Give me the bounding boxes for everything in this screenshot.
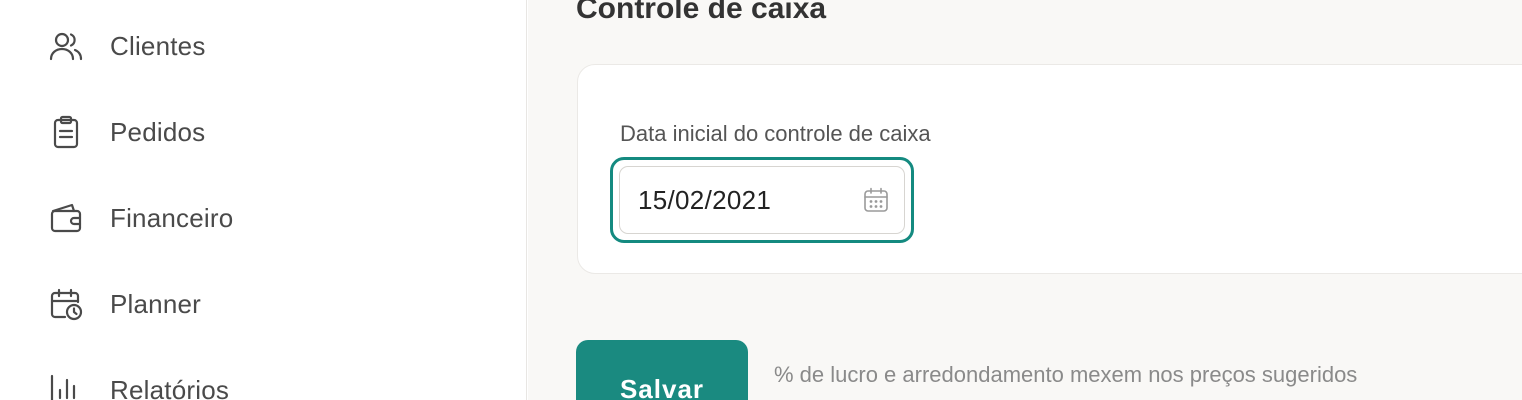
date-input-value: 15/02/2021 (638, 184, 772, 215)
sidebar-item-pedidos[interactable]: Pedidos (48, 112, 205, 152)
sidebar: Clientes Pedidos Financeiro Planner Rela… (0, 0, 527, 400)
sidebar-item-label: Clientes (110, 30, 206, 61)
sidebar-item-planner[interactable]: Planner (48, 284, 201, 324)
sidebar-item-clientes[interactable]: Clientes (48, 26, 206, 66)
sidebar-item-label: Pedidos (110, 116, 206, 147)
app-window: Clientes Pedidos Financeiro Planner Rela… (0, 0, 1522, 400)
hint-text: % de lucro e arredondamento mexem nos pr… (774, 362, 1358, 387)
wallet-icon (48, 200, 84, 236)
calendar-icon[interactable] (862, 186, 890, 214)
users-icon (48, 28, 84, 64)
sidebar-item-label: Planner (110, 288, 202, 319)
main-content: Controle de caixa Data inicial do contro… (528, 0, 1522, 400)
bar-chart-icon (48, 372, 84, 400)
clipboard-icon (48, 114, 84, 150)
start-date-input[interactable]: 15/02/2021 (619, 166, 905, 234)
date-input-focus-ring: 15/02/2021 (610, 157, 914, 243)
sidebar-item-relatorios[interactable]: Relatórios (48, 370, 229, 400)
sidebar-item-label: Financeiro (110, 202, 234, 233)
calendar-clock-icon (48, 286, 84, 322)
sidebar-item-financeiro[interactable]: Financeiro (48, 198, 233, 238)
sidebar-item-label: Relatórios (110, 374, 230, 400)
save-button[interactable]: Salvar (576, 340, 748, 400)
date-field-label: Data inicial do controle de caixa (620, 121, 931, 146)
settings-card: Data inicial do controle de caixa 15/02/… (577, 64, 1522, 274)
page-title: Controle de caixa (576, 0, 827, 25)
